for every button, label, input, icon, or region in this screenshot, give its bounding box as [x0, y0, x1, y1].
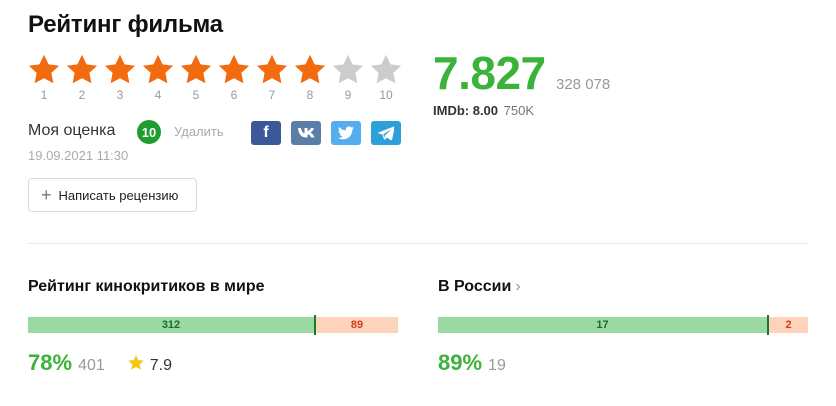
star-6[interactable]: 6	[215, 53, 253, 102]
star-icon	[332, 54, 364, 84]
kp-rating-votes: 328 078	[556, 76, 611, 93]
critics-russia-count: 19	[488, 357, 506, 374]
share-vk-button[interactable]	[291, 121, 321, 145]
facebook-icon: f	[263, 124, 269, 141]
star-number: 3	[116, 88, 124, 102]
critics-world-count: 401	[78, 357, 105, 374]
star-number: 1	[40, 88, 48, 102]
star-10[interactable]: 10	[367, 53, 405, 102]
section-divider	[28, 243, 808, 244]
critics-world-positive: 312	[28, 317, 314, 333]
critics-world-negative: 89	[316, 317, 398, 333]
critics-world-average: 7.9	[149, 357, 172, 374]
my-rating-badge: 10	[137, 120, 161, 144]
imdb-rating-label: IMDb: 8.00	[433, 103, 499, 118]
star-icon	[370, 54, 402, 84]
plus-icon: +	[41, 185, 52, 205]
vk-icon	[298, 128, 315, 138]
star-icon	[218, 54, 250, 84]
star-2[interactable]: 2	[63, 53, 101, 102]
star-number: 10	[379, 88, 393, 102]
critics-world-title: Рейтинг кинокритиков в мире	[28, 278, 265, 295]
star-3[interactable]: 3	[101, 53, 139, 102]
star-number: 2	[78, 88, 86, 102]
critics-russia-positive: 17	[438, 317, 767, 333]
star-4[interactable]: 4	[139, 53, 177, 102]
my-rating-date: 19.09.2021 11:30	[28, 148, 129, 163]
critics-world-percent: 78%	[28, 350, 73, 375]
star-7[interactable]: 7	[253, 53, 291, 102]
kp-rating-value: 7.827	[433, 47, 546, 99]
chevron-right-icon: ›	[515, 278, 521, 295]
star-number: 5	[192, 88, 200, 102]
star-icon	[256, 54, 288, 84]
critics-russia-percent: 89%	[438, 350, 483, 375]
critics-russia-negative: 2	[769, 317, 808, 333]
star-number: 6	[230, 88, 238, 102]
star-number: 7	[268, 88, 276, 102]
critics-russia-link[interactable]: В России ›	[438, 278, 521, 296]
write-review-label: Написать рецензию	[58, 187, 179, 203]
critics-russia-summary: 89% 19	[438, 350, 506, 376]
imdb-rating: IMDb: 8.00 750K	[433, 103, 534, 118]
star-icon	[180, 54, 212, 84]
star-number: 8	[306, 88, 314, 102]
critics-world-bar: 312 89	[28, 315, 398, 335]
star-icon	[28, 54, 60, 84]
twitter-icon	[338, 126, 354, 140]
critics-world-summary: 78% 401 7.9	[28, 350, 172, 376]
star-1[interactable]: 1	[25, 53, 63, 102]
my-rating-label: Моя оценка	[28, 122, 116, 139]
critics-russia-bar: 17 2	[438, 315, 808, 335]
star-number: 9	[344, 88, 352, 102]
star-5[interactable]: 5	[177, 53, 215, 102]
telegram-icon	[378, 126, 394, 140]
page-title: Рейтинг фильма	[28, 11, 223, 38]
star-icon	[128, 355, 144, 370]
star-8[interactable]: 8	[291, 53, 329, 102]
share-telegram-button[interactable]	[371, 121, 401, 145]
share-facebook-button[interactable]: f	[251, 121, 281, 145]
star-9[interactable]: 9	[329, 53, 367, 102]
imdb-rating-count: 750K	[503, 103, 535, 118]
star-icon	[66, 54, 98, 84]
share-buttons: f	[251, 121, 401, 145]
star-icon	[104, 54, 136, 84]
star-number: 4	[154, 88, 162, 102]
critics-russia-title: В России	[438, 278, 512, 295]
star-icon	[142, 54, 174, 84]
share-twitter-button[interactable]	[331, 121, 361, 145]
star-icon	[294, 54, 326, 84]
delete-rating-link[interactable]: Удалить	[174, 124, 224, 139]
star-rating-widget[interactable]: 1 2 3 4 5 6 7 8 9 10	[25, 53, 405, 102]
write-review-button[interactable]: + Написать рецензию	[28, 178, 197, 212]
